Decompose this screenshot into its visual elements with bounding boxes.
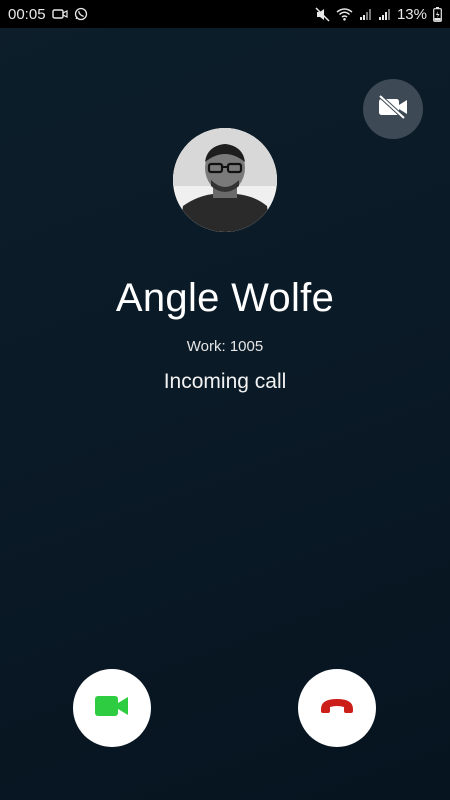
status-time: 00:05 — [8, 5, 46, 23]
decline-call-button[interactable] — [298, 669, 376, 747]
video-toggle-button[interactable] — [363, 79, 423, 139]
video-off-icon — [377, 94, 409, 124]
signal-icon — [378, 8, 391, 21]
battery-percent: 13% — [396, 5, 427, 23]
wifi-icon — [336, 7, 353, 21]
status-left: 00:05 — [8, 6, 88, 23]
mute-icon — [315, 6, 330, 22]
accept-video-call-button[interactable] — [73, 669, 151, 747]
video-camera-icon — [51, 8, 68, 20]
caller-name: Angle Wolfe — [115, 276, 335, 320]
caller-avatar — [173, 128, 277, 232]
avatar-photo — [173, 128, 277, 232]
call-status: Incoming call — [163, 370, 287, 393]
whatsapp-icon — [74, 7, 88, 21]
video-camera-icon — [94, 694, 130, 723]
signal-icon — [359, 8, 372, 21]
battery-charging-icon — [433, 6, 442, 22]
caller-number: Work: 1005 — [186, 338, 264, 355]
hang-up-icon — [318, 696, 356, 721]
status-bar: 00:05 13% — [0, 0, 450, 28]
status-right: 13% — [315, 6, 442, 23]
